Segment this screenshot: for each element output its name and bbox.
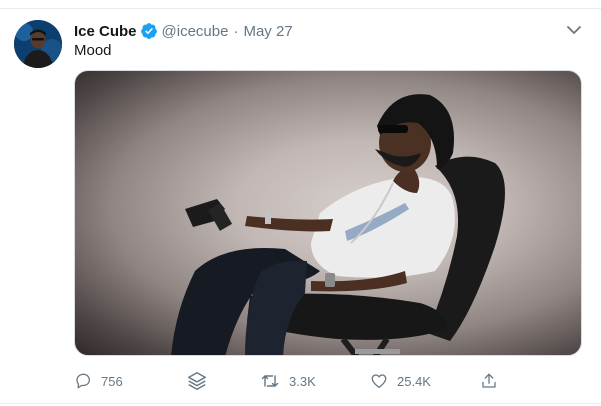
layers-icon <box>188 372 206 390</box>
author-name[interactable]: Ice Cube <box>74 23 137 40</box>
reply-icon <box>76 373 91 389</box>
like-button[interactable]: 25.4K <box>370 368 431 394</box>
author-handle[interactable]: @icecube <box>162 23 229 40</box>
top-divider <box>0 8 601 9</box>
retweet-icon <box>261 375 279 387</box>
tweet-date[interactable]: May 27 <box>243 23 292 40</box>
share-button[interactable] <box>480 368 507 394</box>
reply-count: 756 <box>101 373 123 389</box>
like-count: 25.4K <box>397 373 431 389</box>
separator-dot: · <box>233 22 239 40</box>
layers-button[interactable] <box>186 368 217 394</box>
tweet-photo[interactable] <box>74 70 582 356</box>
reply-button[interactable]: 756 <box>74 368 123 394</box>
tweet-header: Ice Cube @icecube · May 27 <box>74 20 293 42</box>
retweet-count: 3.3K <box>289 373 316 389</box>
verified-badge-icon <box>140 23 157 39</box>
avatar[interactable] <box>14 20 62 68</box>
tweet-text: Mood <box>74 42 112 59</box>
retweet-button[interactable]: 3.3K <box>260 368 316 394</box>
bottom-divider <box>0 403 601 404</box>
chevron-down-icon[interactable] <box>565 23 583 37</box>
like-icon <box>371 374 387 389</box>
share-icon <box>482 373 496 388</box>
tweet-actions: 756 3.3K 25.4K <box>74 368 582 394</box>
